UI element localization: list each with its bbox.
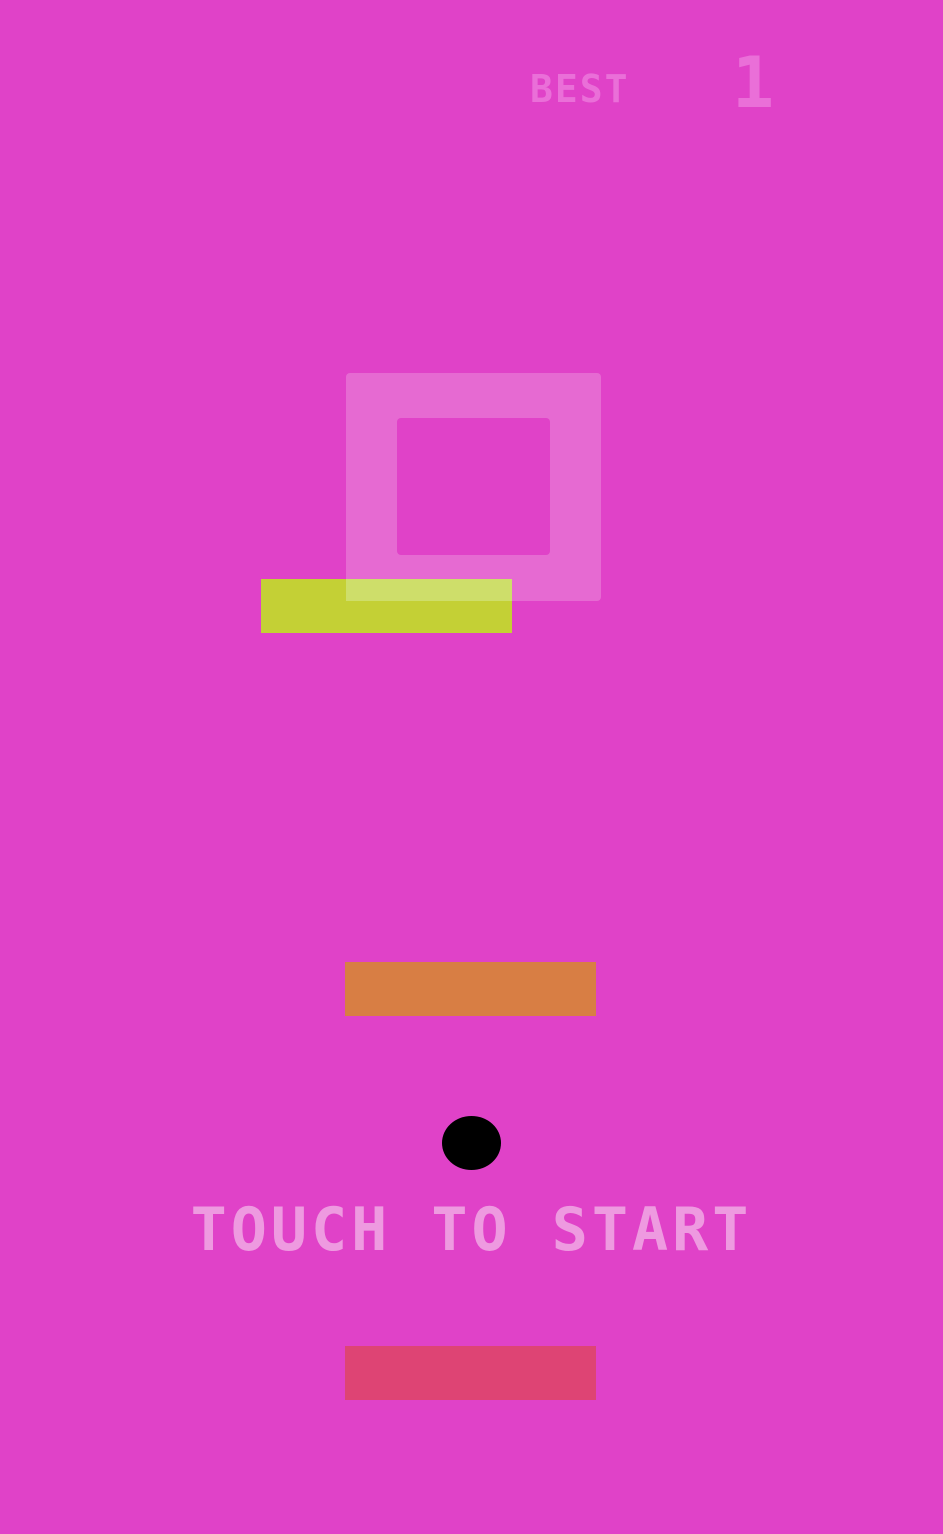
target-square-hole [397, 418, 550, 555]
best-score-value: 1 [732, 42, 775, 124]
ball [442, 1116, 501, 1170]
best-score-label: BEST [530, 67, 630, 111]
game-canvas[interactable]: BEST 1 TOUCH TO START [0, 0, 943, 1534]
platform-bottom [345, 1346, 596, 1400]
target-square [346, 373, 601, 601]
target-platform-overlap [346, 579, 512, 601]
platform-middle [345, 962, 596, 1016]
touch-to-start-prompt[interactable]: TOUCH TO START [0, 1200, 943, 1260]
